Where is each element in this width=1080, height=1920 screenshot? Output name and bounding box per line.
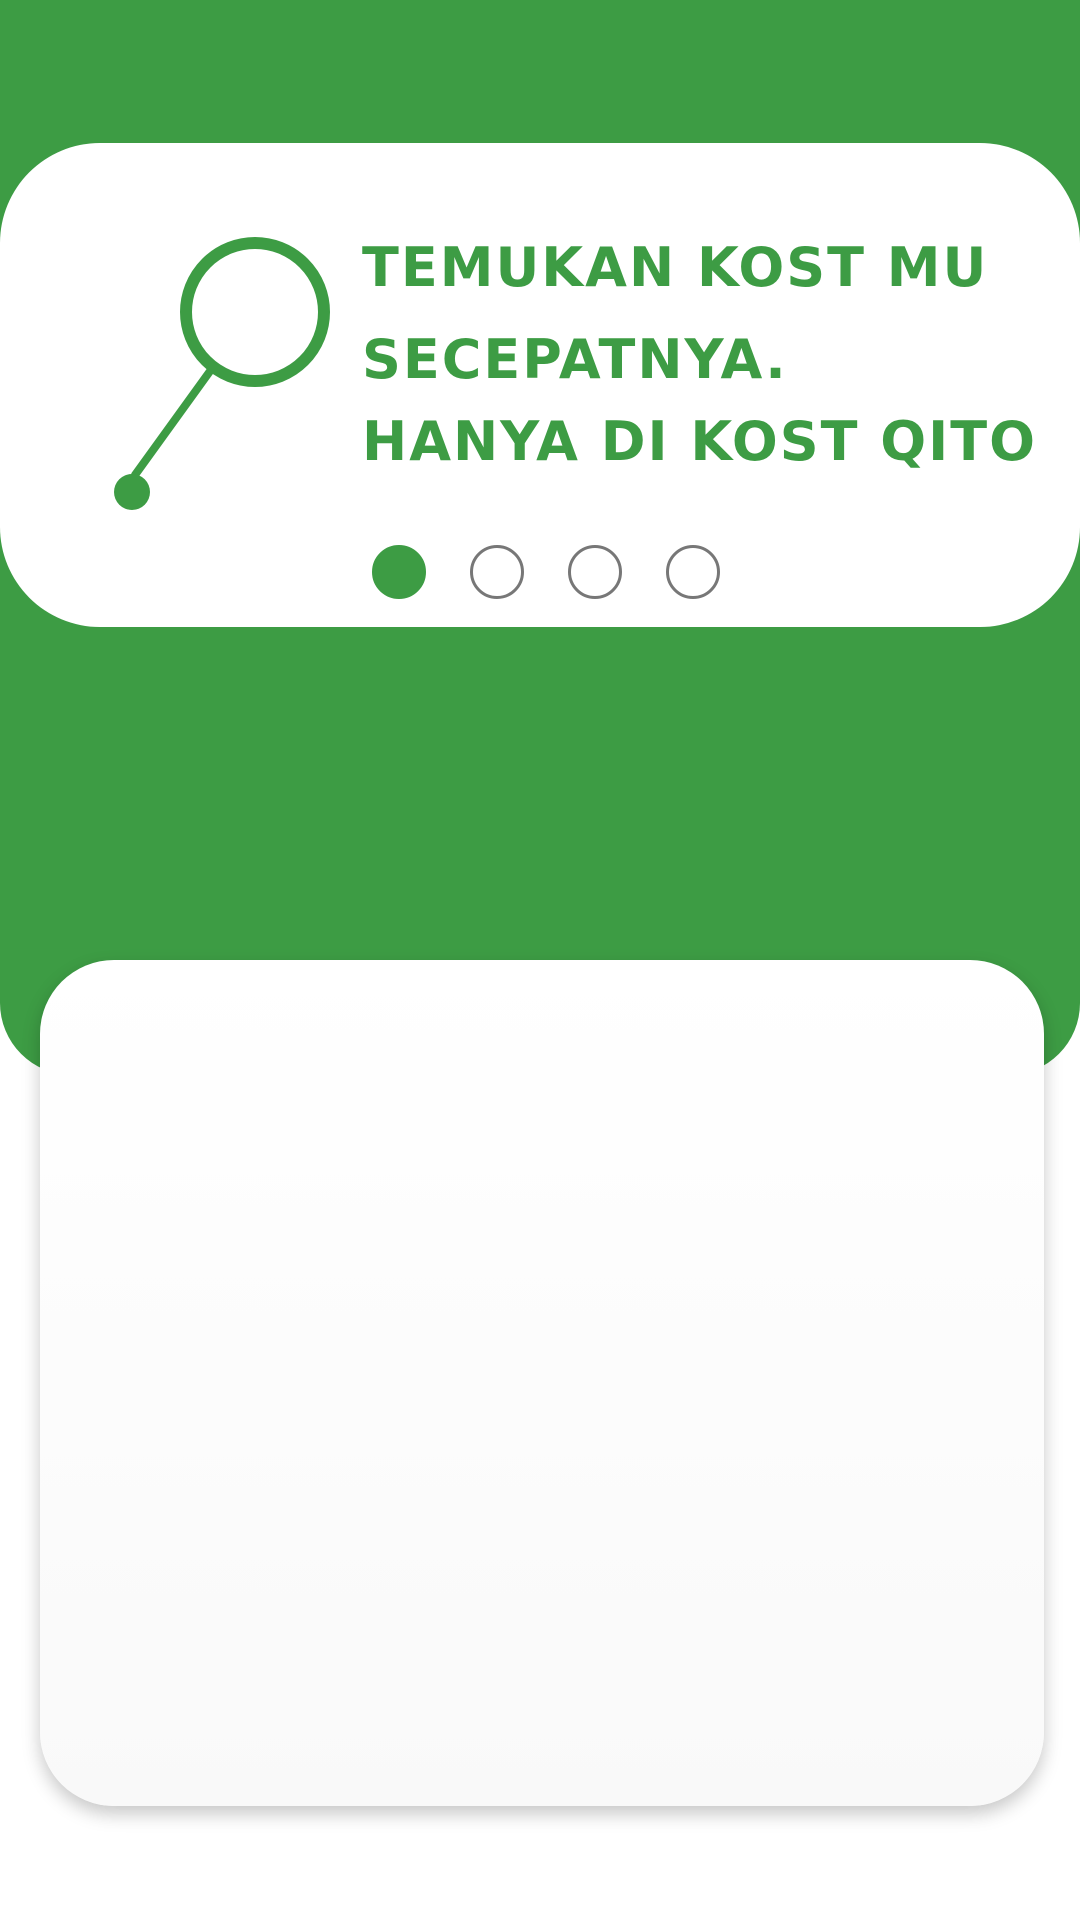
search-icon — [114, 237, 330, 510]
onboarding-screen: TEMUKAN KOST MU SECEPATNYA. HANYA DI KOS… — [0, 0, 1080, 1920]
page-dot-4[interactable] — [666, 545, 720, 599]
page-dot-1[interactable] — [372, 545, 426, 599]
headline-line-3: HANYA DI KOST QITO — [362, 410, 1038, 473]
headline-line-2: SECEPATNYA. — [362, 328, 788, 391]
content-card — [40, 960, 1044, 1806]
page-dot-3[interactable] — [568, 545, 622, 599]
headline-line-1: TEMUKAN KOST MU — [362, 236, 989, 299]
page-dot-2[interactable] — [470, 545, 524, 599]
headline: TEMUKAN KOST MU SECEPATNYA. HANYA DI KOS… — [362, 222, 1062, 488]
page-indicator — [372, 545, 720, 599]
